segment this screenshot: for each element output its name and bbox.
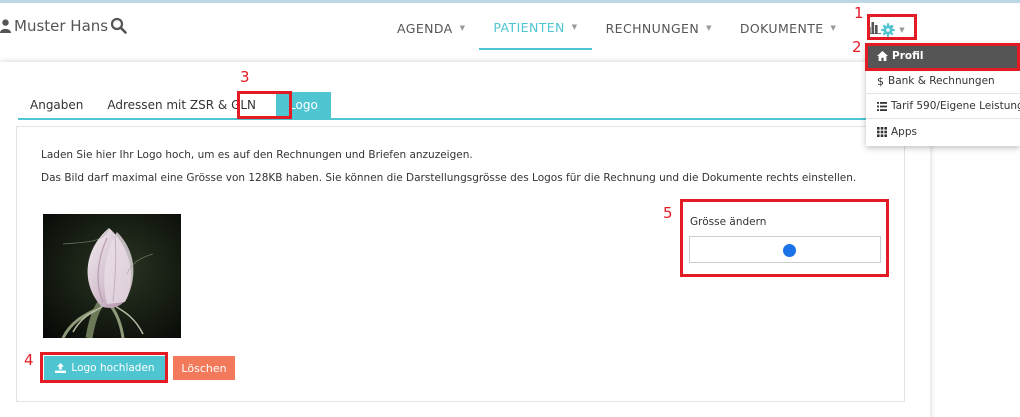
chevron-down-icon: ▼ — [899, 26, 905, 34]
nav-patienten-label: PATIENTEN — [493, 19, 565, 35]
chevron-down-icon: ▼ — [459, 24, 466, 32]
chevron-down-icon: ▼ — [706, 24, 712, 32]
annotation-number-3: 3 — [240, 68, 250, 86]
logo-size-slider[interactable] — [689, 236, 881, 263]
upload-icon — [55, 363, 67, 373]
menu-item-apps-label: Apps — [891, 125, 917, 138]
list-icon — [877, 101, 887, 111]
upload-logo-button[interactable]: Logo hochladen — [44, 356, 166, 380]
menu-item-tarif[interactable]: Tarif 590/Eigene Leistungen — [866, 94, 1020, 119]
chevron-down-icon: ▼ — [571, 23, 578, 31]
nav-rechnungen[interactable]: RECHNUNGEN ▼ — [592, 6, 726, 50]
user-icon — [0, 19, 11, 33]
nav-rechnungen-label: RECHNUNGEN — [605, 20, 700, 36]
slider-handle[interactable] — [782, 244, 796, 257]
upload-logo-label: Logo hochladen — [71, 362, 155, 374]
menu-item-profil[interactable]: Profil — [866, 44, 1020, 69]
nav-agenda-label: AGENDA — [397, 20, 453, 36]
top-navigation-bar: Muster Hans AGENDA ▼ PATIENTEN ▼ RECHNUN… — [0, 0, 1020, 50]
menu-item-bank[interactable]: $ Bank & Rechnungen — [866, 69, 1020, 94]
user-name: Muster Hans — [14, 17, 109, 35]
resize-label: Grösse ändern — [690, 216, 767, 228]
annotation-number-5: 5 — [663, 204, 673, 222]
menu-item-apps[interactable]: Apps — [866, 119, 1020, 144]
profile-panel: Angaben Adressen mit ZSR & GLN Logo Lade… — [0, 62, 930, 417]
annotation-number-1: 1 — [854, 4, 864, 22]
tab-logo[interactable]: Logo — [276, 92, 331, 118]
logo-intro-text: Laden Sie hier Ihr Logo hoch, um es auf … — [41, 149, 473, 161]
settings-button[interactable]: ▼ — [869, 18, 917, 42]
profile-tabs: Angaben Adressen mit ZSR & GLN Logo — [18, 92, 923, 120]
grid-icon — [877, 126, 887, 137]
main-nav: AGENDA ▼ PATIENTEN ▼ RECHNUNGEN ▼ DOKUME… — [383, 6, 904, 50]
nav-dokumente-label: DOKUMENTE — [739, 20, 824, 36]
dollar-icon: $ — [877, 74, 884, 88]
annotation-number-4: 4 — [24, 351, 34, 369]
nav-patienten[interactable]: PATIENTEN ▼ — [479, 6, 592, 50]
nav-dokumente[interactable]: DOKUMENTE ▼ — [726, 6, 850, 50]
logo-preview-image — [43, 214, 181, 338]
menu-item-bank-label: Bank & Rechnungen — [888, 75, 995, 87]
chevron-down-icon: ▼ — [830, 24, 837, 32]
tab-adressen[interactable]: Adressen mit ZSR & GLN — [95, 92, 268, 118]
nav-agenda[interactable]: AGENDA ▼ — [383, 6, 479, 50]
logo-size-hint: Das Bild darf maximal eine Grösse von 12… — [41, 172, 857, 184]
delete-logo-button[interactable]: Löschen — [173, 356, 235, 380]
home-icon — [877, 51, 888, 61]
settings-dropdown-menu: Profil $ Bank & Rechnungen Tarif 590/Eig… — [866, 44, 1020, 146]
menu-item-profil-label: Profil — [892, 50, 924, 62]
tab-angaben[interactable]: Angaben — [18, 92, 95, 118]
search-icon[interactable] — [110, 17, 128, 35]
menu-item-tarif-label: Tarif 590/Eigene Leistungen — [891, 100, 1020, 112]
gear-icon — [881, 23, 895, 37]
annotation-number-2: 2 — [852, 38, 862, 56]
user-menu[interactable]: Muster Hans — [0, 15, 108, 37]
logo-tab-content: Laden Sie hier Ihr Logo hoch, um es auf … — [16, 126, 905, 402]
